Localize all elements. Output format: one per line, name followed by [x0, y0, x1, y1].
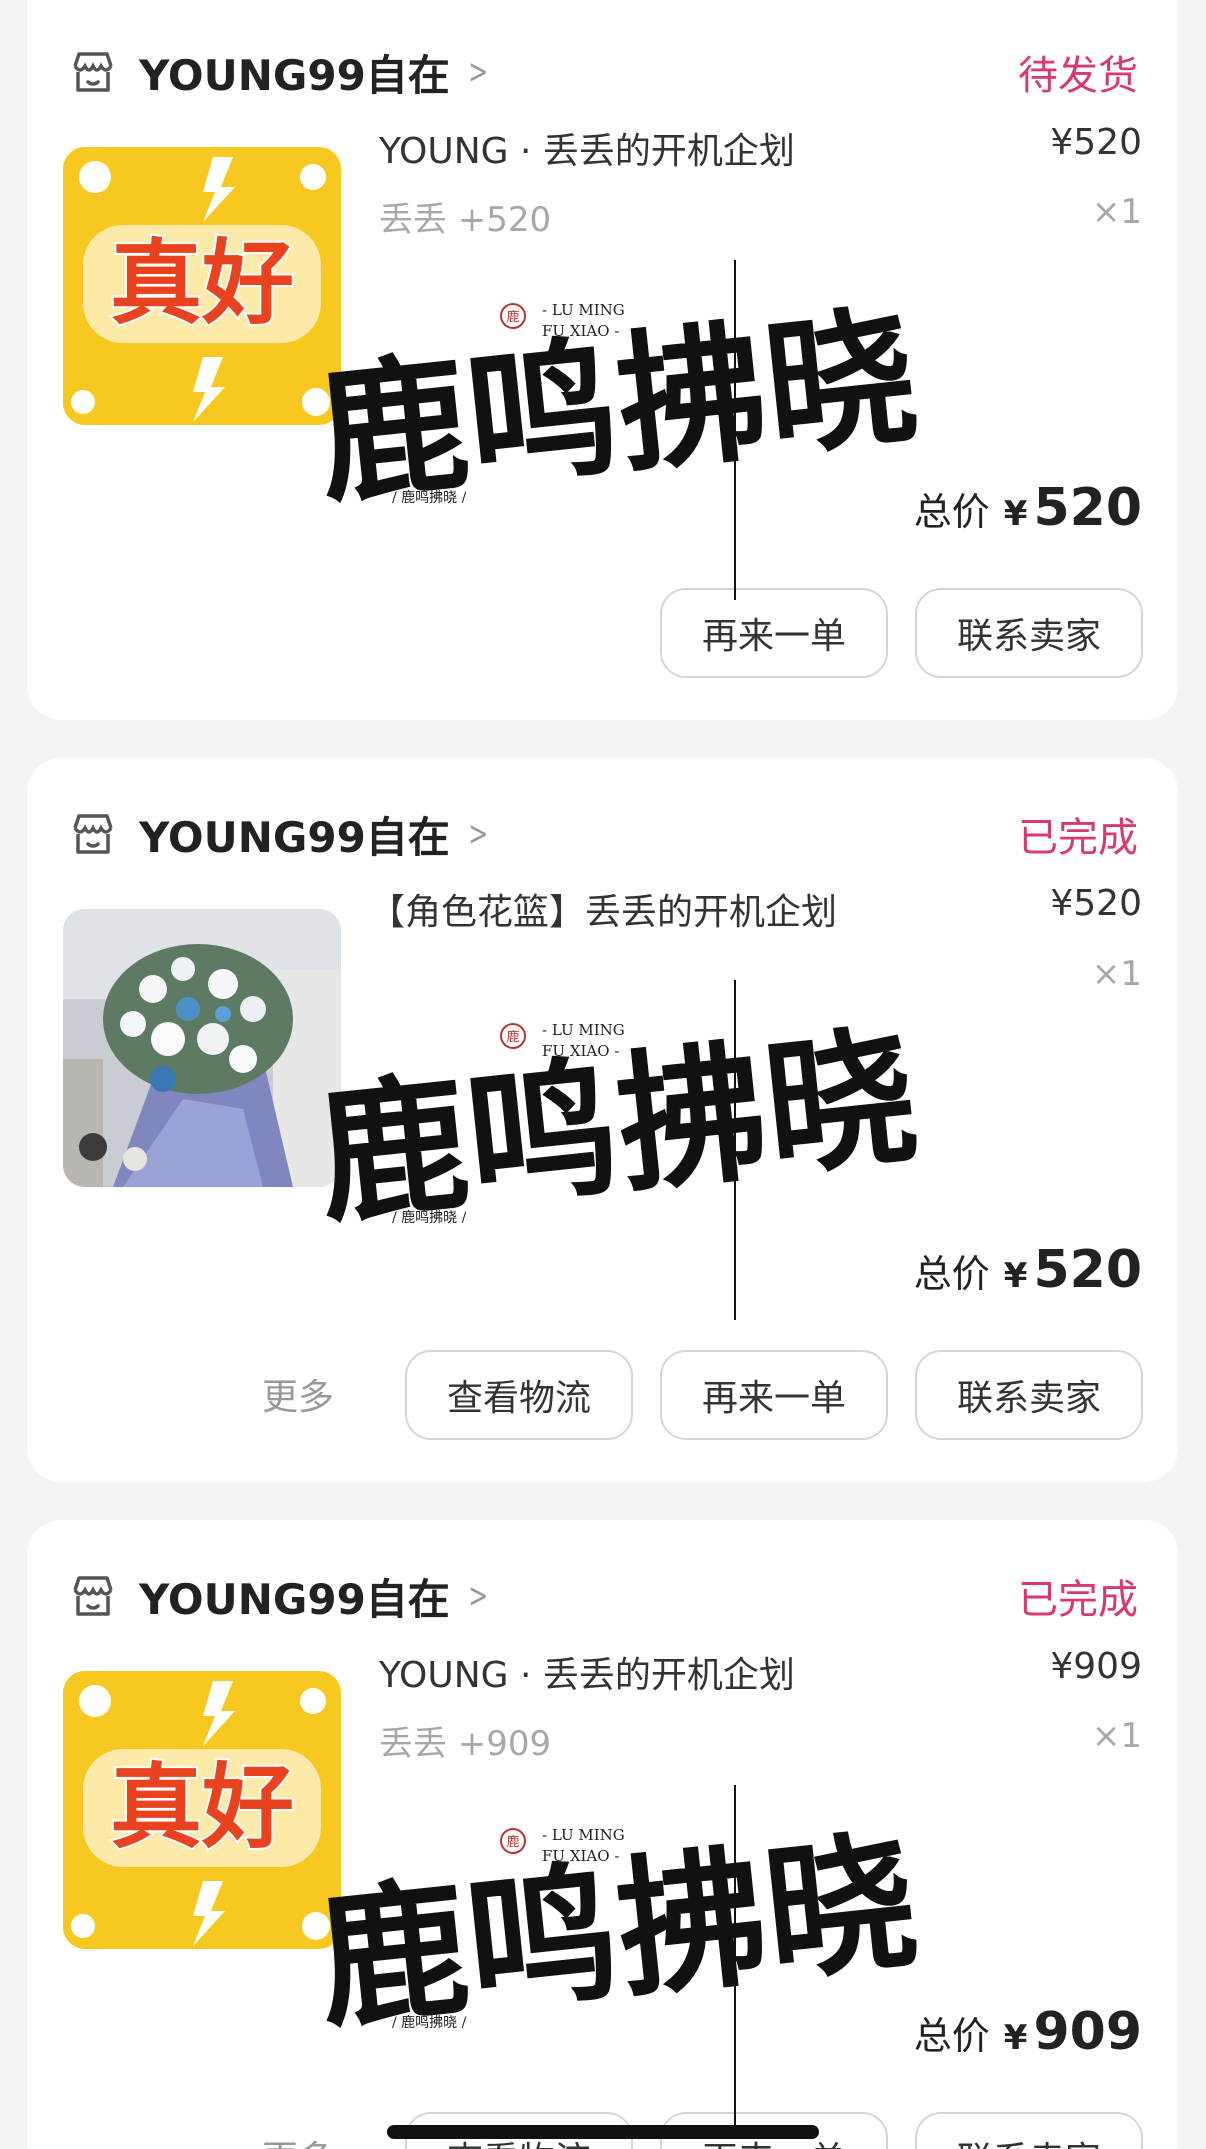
- total-value: 520: [1033, 478, 1142, 538]
- flower-basket-photo: [63, 909, 341, 1187]
- total-value: 909: [1033, 2002, 1142, 2062]
- total-currency: ¥: [1003, 1256, 1028, 1296]
- contact-seller-button[interactable]: 联系卖家: [915, 1350, 1143, 1440]
- product-price: ¥520: [1050, 122, 1142, 163]
- order-card: YOUNG99自在 > 已完成 【角色花篮】丢丢的开机企划 ¥520 ×1 总价…: [27, 758, 1178, 1482]
- more-link[interactable]: 更多: [262, 1368, 334, 1420]
- chevron-right-icon: >: [468, 814, 489, 854]
- order-total: 总价 ¥ 909: [914, 2002, 1142, 2062]
- product-title: YOUNG · 丢丢的开机企划: [379, 1655, 795, 1696]
- chevron-right-icon: >: [468, 1576, 489, 1616]
- contact-seller-button[interactable]: 联系卖家: [915, 588, 1143, 678]
- more-link[interactable]: 更多: [262, 2130, 334, 2149]
- shop-name: YOUNG99自在: [139, 1574, 450, 1624]
- chevron-right-icon: >: [468, 52, 489, 92]
- product-title: 【角色花篮】丢丢的开机企划: [369, 892, 838, 933]
- order-status: 待发货: [1018, 53, 1138, 99]
- store-icon: [73, 814, 113, 854]
- shop-header[interactable]: YOUNG99自在 > 已完成: [67, 1566, 1138, 1626]
- total-label: 总价: [913, 490, 990, 534]
- total-currency: ¥: [1003, 494, 1028, 534]
- total-currency: ¥: [1003, 2018, 1028, 2058]
- contact-seller-button[interactable]: 联系卖家: [915, 2112, 1143, 2149]
- product-price: ¥909: [1050, 1646, 1142, 1687]
- product-thumbnail[interactable]: 真好: [63, 147, 341, 425]
- reorder-button[interactable]: 再来一单: [660, 1350, 888, 1440]
- total-value: 520: [1033, 1240, 1142, 1300]
- product-thumbnail[interactable]: [63, 909, 341, 1187]
- product-thumbnail[interactable]: 真好: [63, 1671, 341, 1949]
- thumb-text: 真好: [110, 230, 294, 337]
- shop-name: YOUNG99自在: [139, 812, 450, 862]
- order-status: 已完成: [1018, 1577, 1138, 1623]
- product-quantity: ×1: [1091, 192, 1142, 232]
- store-icon: [73, 1576, 113, 1616]
- shop-name: YOUNG99自在: [139, 50, 450, 100]
- order-card: YOUNG99自在 > 待发货 真好 YOUNG · 丢丢的开机企划 ¥520 …: [27, 0, 1178, 720]
- product-quantity: ×1: [1091, 954, 1142, 994]
- product-spec: 丢丢 +520: [379, 200, 552, 240]
- zhenhao-image: 真好: [63, 147, 341, 425]
- zhenhao-image: 真好: [63, 1671, 341, 1949]
- product-price: ¥520: [1050, 883, 1142, 924]
- order-status: 已完成: [1018, 815, 1138, 861]
- product-spec: 丢丢 +909: [379, 1724, 552, 1764]
- shop-header[interactable]: YOUNG99自在 > 待发货: [67, 42, 1138, 102]
- home-indicator[interactable]: [387, 2125, 819, 2139]
- shop-header[interactable]: YOUNG99自在 > 已完成: [67, 804, 1138, 864]
- product-title: YOUNG · 丢丢的开机企划: [379, 131, 795, 172]
- product-quantity: ×1: [1091, 1716, 1142, 1756]
- total-label: 总价: [913, 1252, 990, 1296]
- order-total: 总价 ¥ 520: [914, 478, 1142, 538]
- thumb-text: 真好: [110, 1754, 294, 1861]
- store-icon: [73, 52, 113, 92]
- total-label: 总价: [913, 2014, 990, 2058]
- reorder-button[interactable]: 再来一单: [660, 588, 888, 678]
- order-total: 总价 ¥ 520: [914, 1240, 1142, 1300]
- track-logistics-button[interactable]: 查看物流: [405, 1350, 633, 1440]
- order-card: YOUNG99自在 > 已完成 真好 YOUNG · 丢丢的开机企划 ¥909 …: [27, 1520, 1178, 2149]
